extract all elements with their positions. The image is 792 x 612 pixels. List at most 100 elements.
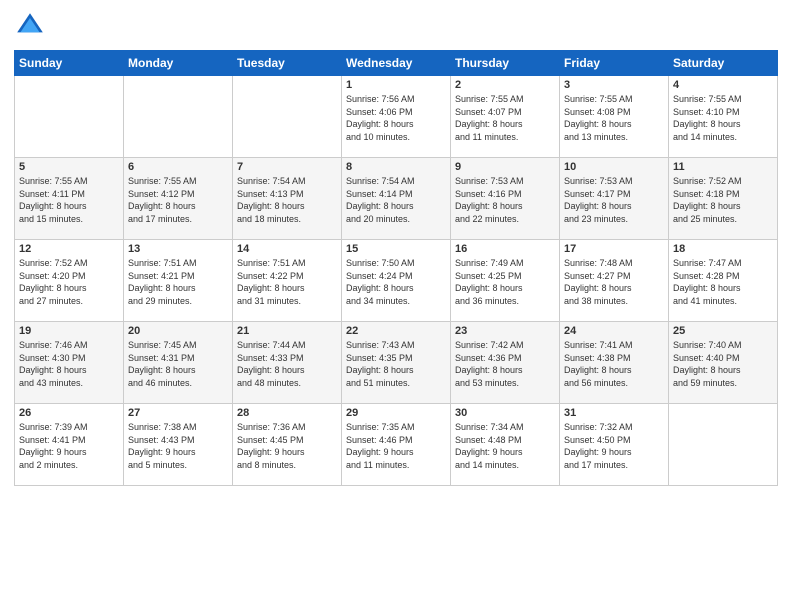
day-number: 23 bbox=[455, 325, 555, 337]
day-number: 15 bbox=[346, 243, 446, 255]
calendar-cell: 13Sunrise: 7:51 AM Sunset: 4:21 PM Dayli… bbox=[124, 240, 233, 322]
day-info: Sunrise: 7:54 AM Sunset: 4:13 PM Dayligh… bbox=[237, 175, 337, 225]
day-number: 8 bbox=[346, 161, 446, 173]
day-number: 25 bbox=[673, 325, 773, 337]
page: SundayMondayTuesdayWednesdayThursdayFrid… bbox=[0, 0, 792, 612]
calendar-cell: 29Sunrise: 7:35 AM Sunset: 4:46 PM Dayli… bbox=[342, 404, 451, 486]
calendar-cell: 3Sunrise: 7:55 AM Sunset: 4:08 PM Daylig… bbox=[560, 76, 669, 158]
day-number: 13 bbox=[128, 243, 228, 255]
day-number: 29 bbox=[346, 407, 446, 419]
calendar-cell: 7 Sunrise: 7:54 AM Sunset: 4:13 PM Daylig… bbox=[233, 158, 342, 240]
day-number: 31 bbox=[564, 407, 664, 419]
calendar-cell: 31 Sunrise: 7:32 AM Sunset: 4:50 PM Dayli… bbox=[560, 404, 669, 486]
day-number: 14 bbox=[237, 243, 337, 255]
day-info: Sunrise: 7:53 AM Sunset: 4:16 PM Dayligh… bbox=[455, 175, 555, 225]
day-info: Sunrise: 7:56 AM Sunset: 4:06 PM Dayligh… bbox=[346, 93, 446, 143]
day-number: 18 bbox=[673, 243, 773, 255]
calendar-cell: 23 Sunrise: 7:42 AM Sunset: 4:36 PM Dayli… bbox=[451, 322, 560, 404]
calendar-cell: 26 Sunrise: 7:39 AM Sunset: 4:41 PM Dayli… bbox=[15, 404, 124, 486]
day-number: 26 bbox=[19, 407, 119, 419]
calendar-week-1: 5 Sunrise: 7:55 AM Sunset: 4:11 PM Daylig… bbox=[15, 158, 778, 240]
day-info: Sunrise: 7:47 AM Sunset: 4:28 PM Dayligh… bbox=[673, 257, 773, 307]
calendar-header-monday: Monday bbox=[124, 51, 233, 76]
day-info: Sunrise: 7:53 AM Sunset: 4:17 PM Dayligh… bbox=[564, 175, 664, 225]
calendar-cell: 2 Sunrise: 7:55 AM Sunset: 4:07 PM Daylig… bbox=[451, 76, 560, 158]
day-number: 7 bbox=[237, 161, 337, 173]
calendar-cell: 6Sunrise: 7:55 AM Sunset: 4:12 PM Daylig… bbox=[124, 158, 233, 240]
calendar-cell: 14 Sunrise: 7:51 AM Sunset: 4:22 PM Dayli… bbox=[233, 240, 342, 322]
day-number: 3 bbox=[564, 79, 664, 91]
day-info: Sunrise: 7:34 AM Sunset: 4:48 PM Dayligh… bbox=[455, 421, 555, 471]
day-info: Sunrise: 7:54 AM Sunset: 4:14 PM Dayligh… bbox=[346, 175, 446, 225]
day-info: Sunrise: 7:42 AM Sunset: 4:36 PM Dayligh… bbox=[455, 339, 555, 389]
calendar-cell: 19 Sunrise: 7:46 AM Sunset: 4:30 PM Dayli… bbox=[15, 322, 124, 404]
day-info: Sunrise: 7:55 AM Sunset: 4:11 PM Dayligh… bbox=[19, 175, 119, 225]
calendar-header-thursday: Thursday bbox=[451, 51, 560, 76]
day-info: Sunrise: 7:50 AM Sunset: 4:24 PM Dayligh… bbox=[346, 257, 446, 307]
calendar-cell: 5 Sunrise: 7:55 AM Sunset: 4:11 PM Daylig… bbox=[15, 158, 124, 240]
day-info: Sunrise: 7:46 AM Sunset: 4:30 PM Dayligh… bbox=[19, 339, 119, 389]
calendar-cell: 20Sunrise: 7:45 AM Sunset: 4:31 PM Dayli… bbox=[124, 322, 233, 404]
day-info: Sunrise: 7:51 AM Sunset: 4:22 PM Dayligh… bbox=[237, 257, 337, 307]
logo bbox=[14, 10, 50, 42]
day-number: 9 bbox=[455, 161, 555, 173]
calendar: SundayMondayTuesdayWednesdayThursdayFrid… bbox=[14, 50, 778, 486]
day-info: Sunrise: 7:52 AM Sunset: 4:20 PM Dayligh… bbox=[19, 257, 119, 307]
day-info: Sunrise: 7:36 AM Sunset: 4:45 PM Dayligh… bbox=[237, 421, 337, 471]
calendar-cell: 30 Sunrise: 7:34 AM Sunset: 4:48 PM Dayli… bbox=[451, 404, 560, 486]
day-number: 10 bbox=[564, 161, 664, 173]
day-info: Sunrise: 7:32 AM Sunset: 4:50 PM Dayligh… bbox=[564, 421, 664, 471]
day-info: Sunrise: 7:55 AM Sunset: 4:07 PM Dayligh… bbox=[455, 93, 555, 143]
day-number: 30 bbox=[455, 407, 555, 419]
calendar-cell: 18 Sunrise: 7:47 AM Sunset: 4:28 PM Dayli… bbox=[669, 240, 778, 322]
day-number: 2 bbox=[455, 79, 555, 91]
day-info: Sunrise: 7:45 AM Sunset: 4:31 PM Dayligh… bbox=[128, 339, 228, 389]
calendar-header-saturday: Saturday bbox=[669, 51, 778, 76]
day-info: Sunrise: 7:38 AM Sunset: 4:43 PM Dayligh… bbox=[128, 421, 228, 471]
calendar-cell: 15 Sunrise: 7:50 AM Sunset: 4:24 PM Dayli… bbox=[342, 240, 451, 322]
day-number: 19 bbox=[19, 325, 119, 337]
day-number: 22 bbox=[346, 325, 446, 337]
day-info: Sunrise: 7:41 AM Sunset: 4:38 PM Dayligh… bbox=[564, 339, 664, 389]
day-number: 17 bbox=[564, 243, 664, 255]
day-number: 24 bbox=[564, 325, 664, 337]
calendar-cell: 27 Sunrise: 7:38 AM Sunset: 4:43 PM Dayli… bbox=[124, 404, 233, 486]
calendar-cell: 16Sunrise: 7:49 AM Sunset: 4:25 PM Dayli… bbox=[451, 240, 560, 322]
calendar-cell bbox=[124, 76, 233, 158]
calendar-cell: 17 Sunrise: 7:48 AM Sunset: 4:27 PM Dayli… bbox=[560, 240, 669, 322]
calendar-cell bbox=[669, 404, 778, 486]
day-info: Sunrise: 7:44 AM Sunset: 4:33 PM Dayligh… bbox=[237, 339, 337, 389]
calendar-header-wednesday: Wednesday bbox=[342, 51, 451, 76]
day-number: 21 bbox=[237, 325, 337, 337]
calendar-cell bbox=[15, 76, 124, 158]
calendar-week-3: 19 Sunrise: 7:46 AM Sunset: 4:30 PM Dayli… bbox=[15, 322, 778, 404]
calendar-cell: 1 Sunrise: 7:56 AM Sunset: 4:06 PM Daylig… bbox=[342, 76, 451, 158]
day-number: 6 bbox=[128, 161, 228, 173]
day-number: 27 bbox=[128, 407, 228, 419]
calendar-cell: 24 Sunrise: 7:41 AM Sunset: 4:38 PM Dayli… bbox=[560, 322, 669, 404]
day-number: 1 bbox=[346, 79, 446, 91]
calendar-week-0: 1 Sunrise: 7:56 AM Sunset: 4:06 PM Daylig… bbox=[15, 76, 778, 158]
calendar-header-friday: Friday bbox=[560, 51, 669, 76]
calendar-header-row: SundayMondayTuesdayWednesdayThursdayFrid… bbox=[15, 51, 778, 76]
day-info: Sunrise: 7:48 AM Sunset: 4:27 PM Dayligh… bbox=[564, 257, 664, 307]
header bbox=[14, 10, 778, 42]
calendar-cell: 4 Sunrise: 7:55 AM Sunset: 4:10 PM Daylig… bbox=[669, 76, 778, 158]
calendar-cell: 21 Sunrise: 7:44 AM Sunset: 4:33 PM Dayli… bbox=[233, 322, 342, 404]
day-info: Sunrise: 7:55 AM Sunset: 4:10 PM Dayligh… bbox=[673, 93, 773, 143]
calendar-header-sunday: Sunday bbox=[15, 51, 124, 76]
day-info: Sunrise: 7:52 AM Sunset: 4:18 PM Dayligh… bbox=[673, 175, 773, 225]
day-info: Sunrise: 7:40 AM Sunset: 4:40 PM Dayligh… bbox=[673, 339, 773, 389]
calendar-week-4: 26 Sunrise: 7:39 AM Sunset: 4:41 PM Dayli… bbox=[15, 404, 778, 486]
calendar-cell: 25 Sunrise: 7:40 AM Sunset: 4:40 PM Dayli… bbox=[669, 322, 778, 404]
calendar-week-2: 12Sunrise: 7:52 AM Sunset: 4:20 PM Dayli… bbox=[15, 240, 778, 322]
calendar-cell: 10 Sunrise: 7:53 AM Sunset: 4:17 PM Dayli… bbox=[560, 158, 669, 240]
day-number: 4 bbox=[673, 79, 773, 91]
day-info: Sunrise: 7:39 AM Sunset: 4:41 PM Dayligh… bbox=[19, 421, 119, 471]
day-number: 5 bbox=[19, 161, 119, 173]
day-number: 28 bbox=[237, 407, 337, 419]
day-number: 16 bbox=[455, 243, 555, 255]
day-info: Sunrise: 7:43 AM Sunset: 4:35 PM Dayligh… bbox=[346, 339, 446, 389]
logo-icon bbox=[14, 10, 46, 42]
calendar-cell: 22 Sunrise: 7:43 AM Sunset: 4:35 PM Dayli… bbox=[342, 322, 451, 404]
